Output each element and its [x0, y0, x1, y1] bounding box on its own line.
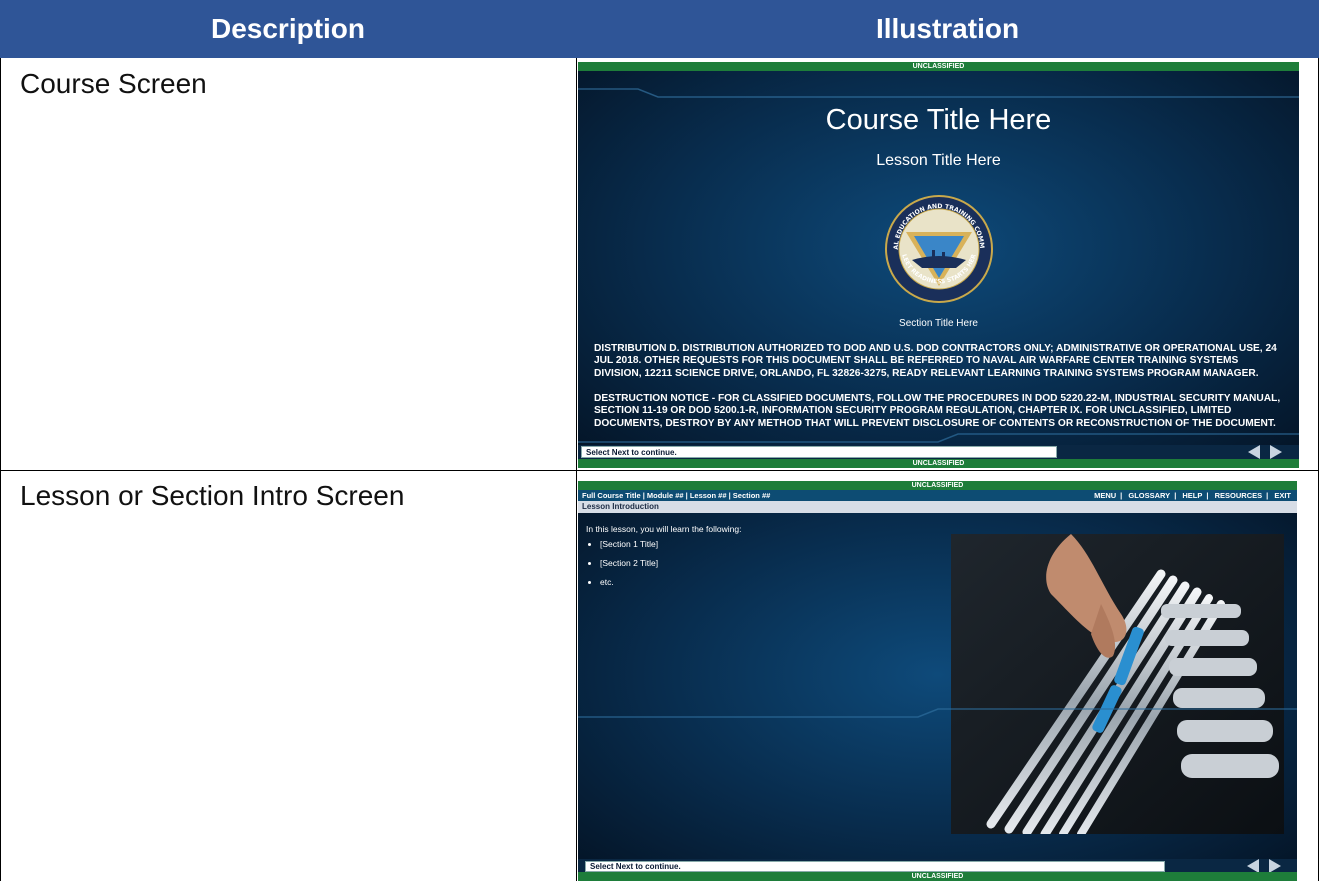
breadcrumb: Full Course Title | Module ## | Lesson #… [582, 491, 771, 500]
lesson-title: Lesson Title Here [876, 152, 1001, 169]
table-row-divider [0, 470, 1319, 471]
intro-sentence: In this lesson, you will learn the follo… [586, 524, 742, 534]
footer-accent-lines [578, 708, 1297, 718]
header-description: Description [0, 0, 576, 58]
classification-banner-top: UNCLASSIFIED [578, 62, 1299, 71]
header-illustration: Illustration [576, 0, 1319, 58]
section-list: [Section 1 Title] [Section 2 Title] etc. [586, 538, 926, 589]
course-title: Course Title Here [825, 104, 1052, 136]
top-menu: MENU | GLOSSARY | HELP | RESOURCES | EXIT [1094, 491, 1291, 500]
menu-link-menu[interactable]: MENU [1094, 491, 1116, 500]
naval-education-seal-logo: NAVAL EDUCATION AND TRAINING COMMAND FLE… [884, 194, 993, 303]
footer-accent-lines [578, 433, 1299, 443]
status-message: Select Next to continue. [585, 861, 1165, 872]
prev-arrow-icon[interactable] [1247, 859, 1259, 873]
intro-screen-illustration: UNCLASSIFIED Full Course Title | Module … [578, 481, 1297, 881]
menu-link-exit[interactable]: EXIT [1274, 491, 1291, 500]
prev-arrow-icon[interactable] [1248, 445, 1260, 459]
classification-banner-bottom: UNCLASSIFIED [578, 872, 1297, 881]
course-screen-illustration: UNCLASSIFIED Course Title Here Lesson Ti… [578, 62, 1299, 468]
page-heading: Lesson Introduction [578, 501, 1297, 513]
list-item: etc. [600, 576, 926, 589]
document-table: Description Illustration Course Screen L… [0, 0, 1319, 881]
list-item: [Section 1 Title] [600, 538, 926, 551]
status-message: Select Next to continue. [581, 446, 1057, 458]
next-arrow-icon[interactable] [1269, 859, 1281, 873]
list-item: [Section 2 Title] [600, 557, 926, 570]
row-description-course-screen: Course Screen [20, 68, 207, 99]
menu-link-glossary[interactable]: GLOSSARY [1128, 491, 1170, 500]
intro-content: In this lesson, you will learn the follo… [586, 523, 926, 595]
classification-banner-bottom: UNCLASSIFIED [578, 459, 1299, 468]
section-title: Section Title Here [899, 318, 978, 329]
row-description-intro-screen: Lesson or Section Intro Screen [20, 480, 405, 511]
menu-link-resources[interactable]: RESOURCES [1215, 491, 1263, 500]
distribution-statement: DISTRIBUTION D. DISTRIBUTION AUTHORIZED … [594, 343, 1277, 379]
destruction-notice: DESTRUCTION NOTICE - FOR CLASSIFIED DOCU… [594, 393, 1281, 429]
wrench-toolbox-photo [951, 534, 1284, 834]
next-arrow-icon[interactable] [1270, 445, 1282, 459]
menu-link-help[interactable]: HELP [1182, 491, 1202, 500]
top-accent-lines [578, 88, 1299, 98]
classification-banner-top: UNCLASSIFIED [578, 481, 1297, 490]
course-nav-bar: Full Course Title | Module ## | Lesson #… [578, 490, 1297, 501]
